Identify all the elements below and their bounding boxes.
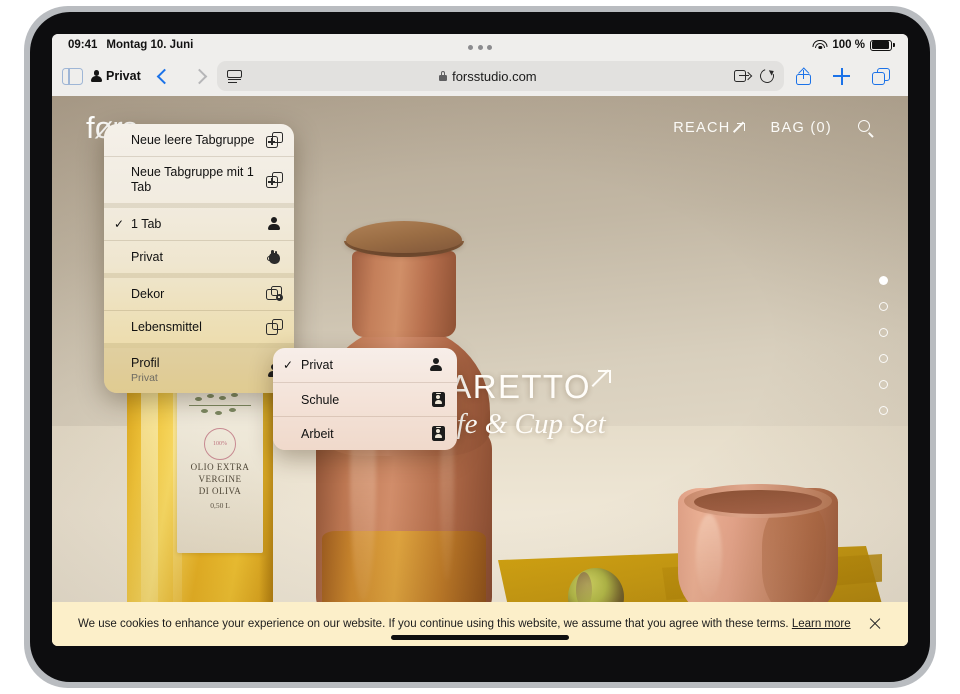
cookie-learn-more-link[interactable]: Learn more	[792, 618, 851, 630]
pager-dot[interactable]	[879, 302, 888, 311]
tab-group-button[interactable]: Privat	[91, 69, 141, 83]
menu-item-label: Privat	[131, 249, 163, 264]
tab-group-badge-icon	[266, 286, 283, 302]
menu-item-label: Neue Tabgruppe mit 1 Tab	[131, 165, 254, 194]
tab-group-label: Privat	[106, 69, 141, 83]
multitask-dot	[468, 44, 473, 50]
search-icon[interactable]	[858, 120, 874, 138]
id-card-icon	[432, 426, 445, 441]
status-bar-left: 09:41 Montag 10. Juni	[68, 39, 193, 51]
status-bar-right: 100 %	[812, 39, 895, 51]
pager-dot[interactable]	[879, 328, 888, 337]
pager-dot[interactable]	[879, 380, 888, 389]
new-tab-group-icon	[266, 172, 283, 188]
hand-raised-icon	[266, 249, 283, 265]
reload-icon[interactable]	[757, 66, 777, 86]
wifi-icon	[812, 39, 828, 51]
battery-icon	[870, 39, 895, 51]
pager-dot-active[interactable]	[879, 276, 888, 285]
menu-item-label: Neue leere Tabgruppe	[131, 132, 255, 147]
url-text: forsstudio.com	[452, 68, 537, 84]
close-icon[interactable]	[868, 617, 882, 631]
nav-reach-label: REACH	[673, 120, 731, 136]
pager-dot[interactable]	[879, 406, 888, 415]
chevron-right-icon[interactable]	[191, 68, 208, 84]
address-bar[interactable]: forsstudio.com	[216, 61, 784, 91]
cookie-text-wrap: We use cookies to enhance your experienc…	[78, 618, 851, 630]
profile-submenu: ✓ Privat Schule Arbeit	[273, 348, 457, 450]
menu-item-one-tab[interactable]: ✓ 1 Tab	[104, 208, 294, 240]
menu-item-private[interactable]: Privat	[104, 241, 294, 273]
nav-reach[interactable]: REACH	[673, 120, 745, 136]
screenshot-root: 09:41 Montag 10. Juni 100 % Privat forss…	[0, 0, 960, 694]
arrow-up-right-icon	[734, 122, 745, 134]
menu-item-sublabel: Privat	[131, 372, 158, 384]
share-icon[interactable]	[796, 67, 811, 85]
battery-percent: 100 %	[832, 39, 865, 51]
multitask-dot	[477, 44, 483, 50]
multitasking-control[interactable]	[468, 44, 492, 50]
nav-arrows	[156, 68, 208, 84]
nav-bag-label: BAG (0)	[770, 120, 832, 136]
browser-toolbar: Privat forsstudio.com	[52, 56, 908, 96]
toolbar-left: Privat	[52, 67, 208, 85]
plus-icon[interactable]	[833, 67, 850, 85]
submenu-item-label: Schule	[301, 392, 340, 407]
menu-item-dekor[interactable]: Dekor	[104, 278, 294, 310]
sidebar-icon[interactable]	[62, 67, 83, 85]
menu-item-label: Profil	[131, 356, 160, 370]
menu-item-label: 1 Tab	[131, 216, 162, 231]
page-settings-icon[interactable]	[226, 69, 242, 83]
pager-dot[interactable]	[879, 354, 888, 363]
chevron-left-icon[interactable]	[156, 68, 173, 84]
menu-item-new-empty-tab-group[interactable]: Neue leere Tabgruppe	[104, 124, 294, 156]
tab-group-icon	[266, 319, 283, 335]
carousel-pager	[879, 276, 888, 415]
nav-bag[interactable]: BAG (0)	[771, 120, 832, 136]
submenu-item-label: Privat	[301, 358, 333, 372]
cookie-text: We use cookies to enhance your experienc…	[78, 618, 789, 630]
tab-group-menu: Neue leere Tabgruppe Neue Tabgruppe mit …	[104, 124, 294, 393]
submenu-item-schule[interactable]: Schule	[273, 383, 457, 416]
menu-item-profil[interactable]: Profil Privat	[104, 348, 294, 393]
submenu-item-privat[interactable]: ✓ Privat	[273, 348, 457, 382]
toolbar-right	[796, 67, 908, 85]
new-tab-group-icon	[266, 132, 283, 148]
ipad-screen: 09:41 Montag 10. Juni 100 % Privat forss…	[52, 34, 908, 646]
submenu-check: ✓	[283, 358, 294, 372]
multitask-dot	[487, 44, 492, 50]
home-indicator[interactable]	[391, 635, 569, 640]
person-icon	[428, 357, 445, 373]
id-card-icon	[432, 392, 445, 407]
submenu-item-label: Arbeit	[301, 426, 334, 441]
status-time: 09:41	[68, 39, 98, 51]
status-date: Montag 10. Juni	[106, 39, 194, 51]
extensions-icon[interactable]	[734, 70, 753, 83]
menu-item-lebensmittel[interactable]: Lebensmittel	[104, 311, 294, 343]
menu-item-label: Lebensmittel	[131, 319, 202, 334]
lock-icon	[439, 71, 448, 81]
menu-check: ✓	[114, 216, 125, 231]
site-nav: REACH BAG (0)	[673, 120, 874, 138]
person-icon	[266, 216, 283, 232]
arrow-up-right-icon	[593, 370, 611, 388]
address-bar-center: forsstudio.com	[242, 69, 734, 84]
submenu-item-arbeit[interactable]: Arbeit	[273, 417, 457, 450]
address-bar-right	[734, 66, 777, 86]
menu-item-new-tab-group-with-tab[interactable]: Neue Tabgruppe mit 1 Tab	[104, 157, 294, 203]
tab-overview-icon[interactable]	[872, 67, 890, 85]
person-icon	[91, 70, 102, 82]
menu-item-label: Dekor	[131, 286, 165, 301]
